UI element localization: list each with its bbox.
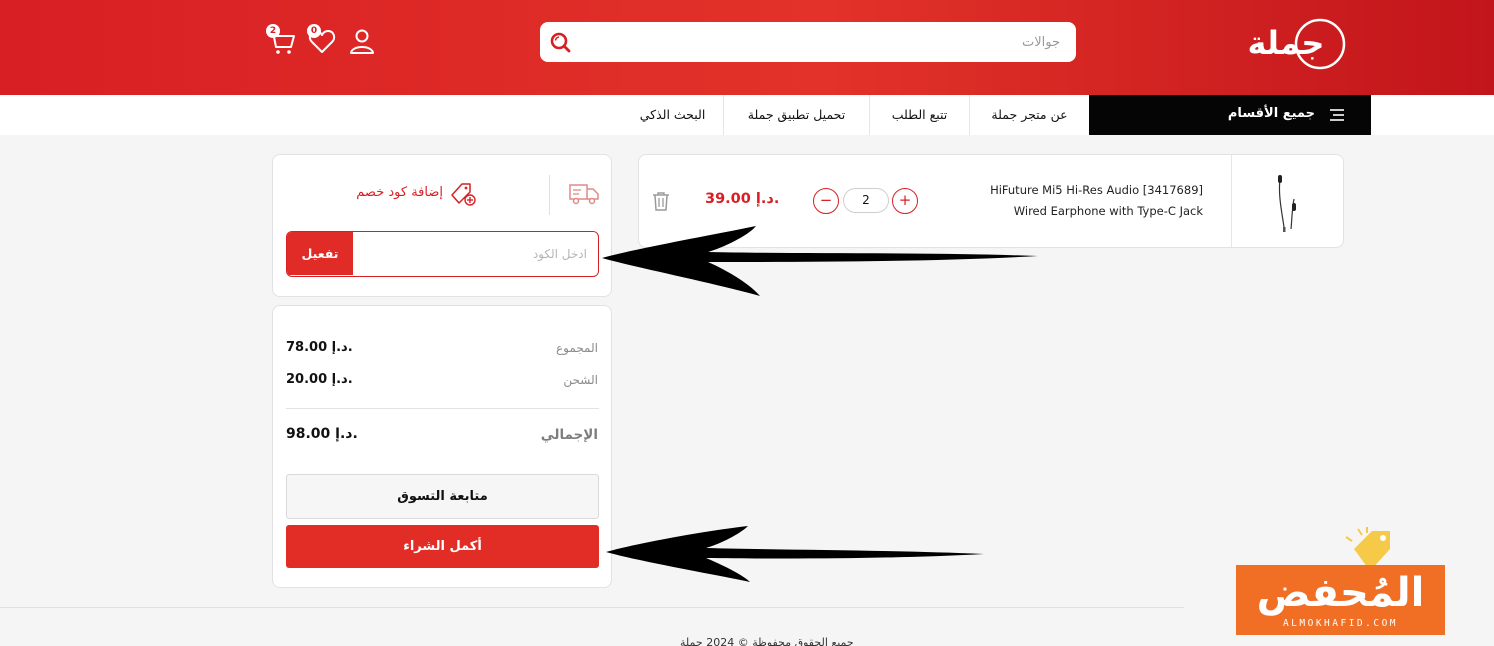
subtotal-label: المجموع — [556, 341, 598, 355]
account-icon[interactable] — [347, 26, 377, 56]
nav-item-track-order[interactable]: تتبع الطلب — [870, 95, 969, 135]
cart-count-badge: 2 — [266, 24, 280, 38]
product-name[interactable]: HiFuture Mi5 Hi-Res Audio [3417689] Wire… — [974, 180, 1203, 222]
nav-divider — [869, 95, 870, 135]
nav-divider — [723, 95, 724, 135]
activate-coupon-button[interactable]: تفعيل — [287, 232, 353, 275]
coupon-tag-icon — [449, 181, 477, 207]
quantity-increase-button[interactable]: + — [892, 188, 918, 214]
coupon-form: تفعيل — [286, 231, 599, 277]
quantity-field[interactable]: 2 — [843, 188, 889, 213]
all-categories-label: جميع الأقسام — [1227, 106, 1315, 121]
product-price: 39.00 د.إ. — [705, 191, 780, 207]
subtotal-value: 78.00 د.إ. — [286, 340, 353, 355]
cart-icon[interactable]: 2 — [266, 24, 296, 56]
trash-icon[interactable] — [652, 191, 670, 211]
coupon-divider — [549, 175, 550, 215]
all-categories-button[interactable]: جميع الأقسام — [1089, 95, 1371, 135]
add-coupon-label: إضافة كود خصم — [356, 185, 443, 200]
nav-divider — [969, 95, 970, 135]
search-icon[interactable] — [548, 30, 572, 54]
total-label: الإجمالي — [540, 427, 598, 443]
footer-divider — [0, 607, 1184, 608]
logo-text: جملة — [1248, 24, 1325, 62]
watermark-title: المُحفض — [1256, 570, 1425, 616]
coupon-card: إضافة كود خصم تفعيل — [272, 154, 612, 297]
watermark-logo: المُحفض ALMOKHAFID.COM — [1236, 565, 1445, 635]
product-name-line1: HiFuture Mi5 Hi-Res Audio [3417689] — [990, 183, 1203, 197]
summary-divider — [286, 408, 599, 409]
search-input[interactable] — [584, 22, 1066, 62]
checkout-button[interactable]: أكمل الشراء — [286, 525, 599, 568]
annotation-arrow-coupon — [602, 226, 1038, 296]
continue-shopping-button[interactable]: متابعة التسوق — [286, 474, 599, 519]
nav-item-download-app[interactable]: تحميل تطبيق جملة — [724, 95, 869, 135]
shipping-label: الشحن — [563, 373, 598, 387]
search-box — [540, 22, 1076, 62]
order-summary-card: المجموع 78.00 د.إ. الشحن 20.00 د.إ. الإج… — [272, 305, 612, 588]
watermark-subtitle: ALMOKHAFID.COM — [1282, 618, 1399, 629]
add-coupon-toggle[interactable]: إضافة كود خصم — [347, 181, 477, 207]
wishlist-icon[interactable]: 0 — [307, 24, 337, 56]
wishlist-count-badge: 0 — [307, 24, 321, 38]
shipping-value: 20.00 د.إ. — [286, 372, 353, 387]
site-header: جملة 0 2 — [0, 0, 1494, 95]
main-nav: جميع الأقسام عن متجر جملة تتبع الطلب تحم… — [0, 95, 1494, 135]
menu-icon — [1329, 107, 1345, 123]
annotation-arrow-checkout — [606, 526, 984, 582]
footer-copyright: جميع الحقوق محفوظة © 2024 جملة — [680, 636, 854, 646]
nav-item-smart-search[interactable]: البحث الذكي — [622, 95, 723, 135]
truck-icon — [569, 181, 599, 207]
product-image[interactable] — [1231, 155, 1343, 247]
product-name-line2: Wired Earphone with Type-C Jack — [1013, 204, 1203, 218]
site-logo[interactable]: جملة — [1236, 14, 1348, 72]
quantity-decrease-button[interactable]: − — [813, 188, 839, 214]
nav-item-about[interactable]: عن متجر جملة — [970, 95, 1089, 135]
total-value: 98.00 د.إ. — [286, 426, 358, 442]
coupon-code-input[interactable] — [353, 232, 597, 275]
